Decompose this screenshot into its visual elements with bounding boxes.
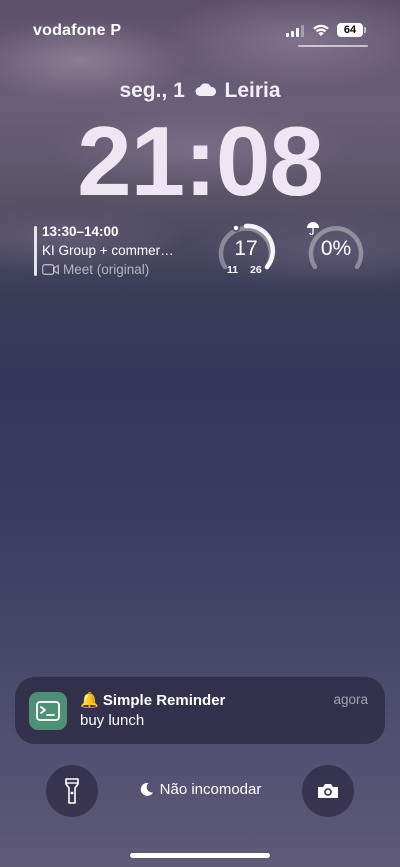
notification-time: agora (333, 692, 368, 707)
carrier-name: vodafone P (33, 22, 122, 39)
date-weather-row[interactable]: seg., 1 Leiria (0, 79, 400, 103)
signal-icon (286, 25, 304, 37)
wifi-icon (313, 24, 329, 36)
notification-card[interactable]: 🔔 Simple Reminder buy lunch agora (15, 677, 385, 744)
temperature-current: 17 (234, 237, 258, 260)
event-title: KI Group + commer… (42, 243, 174, 258)
terminal-icon (29, 692, 67, 730)
event-location-row: Meet (original) (42, 262, 149, 277)
status-underline (298, 45, 368, 47)
temperature-gauge-widget[interactable]: 17 11 26 (216, 221, 276, 281)
rain-chance-widget[interactable]: 0% (306, 221, 366, 281)
video-camera-icon (42, 264, 59, 275)
home-indicator[interactable] (130, 853, 270, 858)
focus-mode-label: Não incomodar (159, 781, 262, 798)
camera-button[interactable] (302, 765, 354, 817)
event-time: 13:30–14:00 (42, 224, 119, 239)
notification-title: Simple Reminder (102, 692, 226, 709)
notification-title-row: 🔔 Simple Reminder (80, 691, 225, 709)
cloud-icon (195, 83, 216, 96)
date-label: seg., 1 (119, 79, 185, 102)
temperature-high: 26 (250, 264, 262, 276)
event-color-bar (34, 226, 37, 276)
status-bar: vodafone P 64 (0, 18, 400, 44)
moon-icon (140, 782, 153, 796)
clock-time: 21:08 (77, 106, 324, 216)
notification-body: buy lunch (80, 712, 145, 729)
event-location: Meet (original) (63, 262, 150, 277)
umbrella-icon (307, 222, 319, 235)
temperature-low: 11 (227, 264, 239, 276)
battery-icon: 64 (337, 23, 366, 37)
weather-location: Leiria (224, 79, 281, 102)
camera-icon (318, 784, 338, 798)
rain-chance-value: 0% (320, 237, 352, 260)
bell-icon: 🔔 (80, 692, 99, 709)
